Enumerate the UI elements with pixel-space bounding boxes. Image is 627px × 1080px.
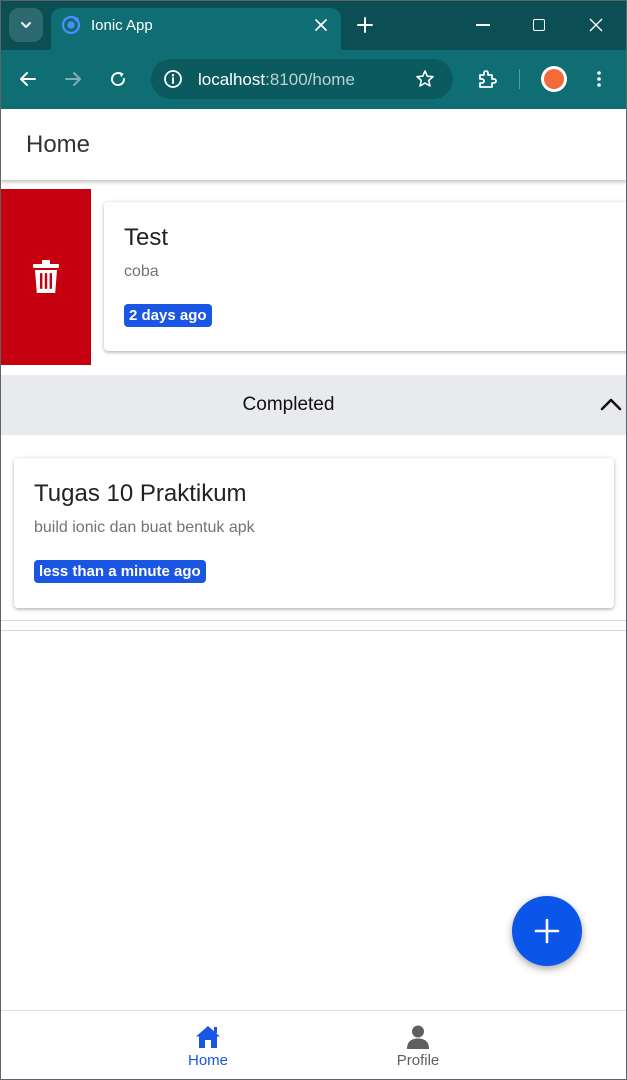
divider xyxy=(0,620,627,621)
bookmark-star-icon[interactable] xyxy=(415,69,435,89)
page-title: Home xyxy=(26,131,91,158)
more-vertical-icon[interactable] xyxy=(589,69,609,89)
time-badge: 2 days ago xyxy=(124,304,212,327)
task-title: Tugas 10 Praktikum xyxy=(34,480,247,507)
ionic-logo-icon xyxy=(61,15,81,35)
time-badge: less than a minute ago xyxy=(34,560,206,583)
app-header: Home xyxy=(0,109,627,180)
home-icon xyxy=(196,1026,220,1048)
tab-title: Ionic App xyxy=(91,17,153,34)
tab-home[interactable]: Home xyxy=(148,1011,268,1080)
chevron-down-icon xyxy=(21,22,31,28)
add-icon xyxy=(534,918,560,944)
browser-toolbar: localhost:8100/home xyxy=(0,50,627,109)
divider xyxy=(0,630,627,631)
tab-profile-label: Profile xyxy=(396,1052,440,1069)
profile-avatar[interactable] xyxy=(541,66,567,92)
tab-profile[interactable]: Profile xyxy=(358,1011,478,1080)
new-tab-icon[interactable] xyxy=(356,16,374,34)
close-icon[interactable] xyxy=(313,17,329,33)
window-close-icon[interactable] xyxy=(589,18,603,32)
completed-accordion-header[interactable]: Completed xyxy=(0,375,627,435)
tab-home-label: Home xyxy=(187,1052,228,1069)
back-arrow-icon[interactable] xyxy=(18,69,38,89)
delete-button[interactable] xyxy=(0,189,91,365)
completed-task-card[interactable]: Tugas 10 Praktikum build ionic dan buat … xyxy=(14,458,614,608)
tab-search-button[interactable] xyxy=(9,8,43,42)
reload-icon[interactable] xyxy=(108,69,128,89)
browser-tabstrip: Ionic App xyxy=(0,0,627,50)
trash-icon xyxy=(32,260,59,293)
site-info-icon[interactable] xyxy=(163,69,183,89)
task-description: build ionic dan buat bentuk apk xyxy=(34,519,255,536)
url-path: :8100/home xyxy=(265,70,355,89)
toolbar-divider xyxy=(519,69,520,89)
minimize-icon[interactable] xyxy=(476,24,490,26)
chevron-up-icon xyxy=(600,398,622,411)
extensions-puzzle-icon[interactable] xyxy=(476,68,498,90)
maximize-icon[interactable] xyxy=(533,19,545,31)
url-host: localhost xyxy=(198,70,266,89)
add-task-fab[interactable] xyxy=(512,896,582,966)
forward-arrow-icon[interactable] xyxy=(63,69,83,89)
browser-tab[interactable]: Ionic App xyxy=(51,8,341,50)
url-text[interactable]: localhost:8100/home xyxy=(198,70,355,90)
content: Test coba 2 days ago Completed Tugas 10 … xyxy=(0,180,627,1010)
task-description: coba xyxy=(124,263,159,280)
task-card[interactable]: Test coba 2 days ago xyxy=(104,202,627,351)
accordion-label: Completed xyxy=(242,394,335,415)
task-title: Test xyxy=(124,224,169,251)
bottom-tab-bar: Home Profile xyxy=(0,1010,627,1080)
person-icon xyxy=(407,1025,429,1049)
sliding-item[interactable]: Test coba 2 days ago xyxy=(0,189,627,365)
address-bar[interactable]: localhost:8100/home xyxy=(151,59,453,99)
